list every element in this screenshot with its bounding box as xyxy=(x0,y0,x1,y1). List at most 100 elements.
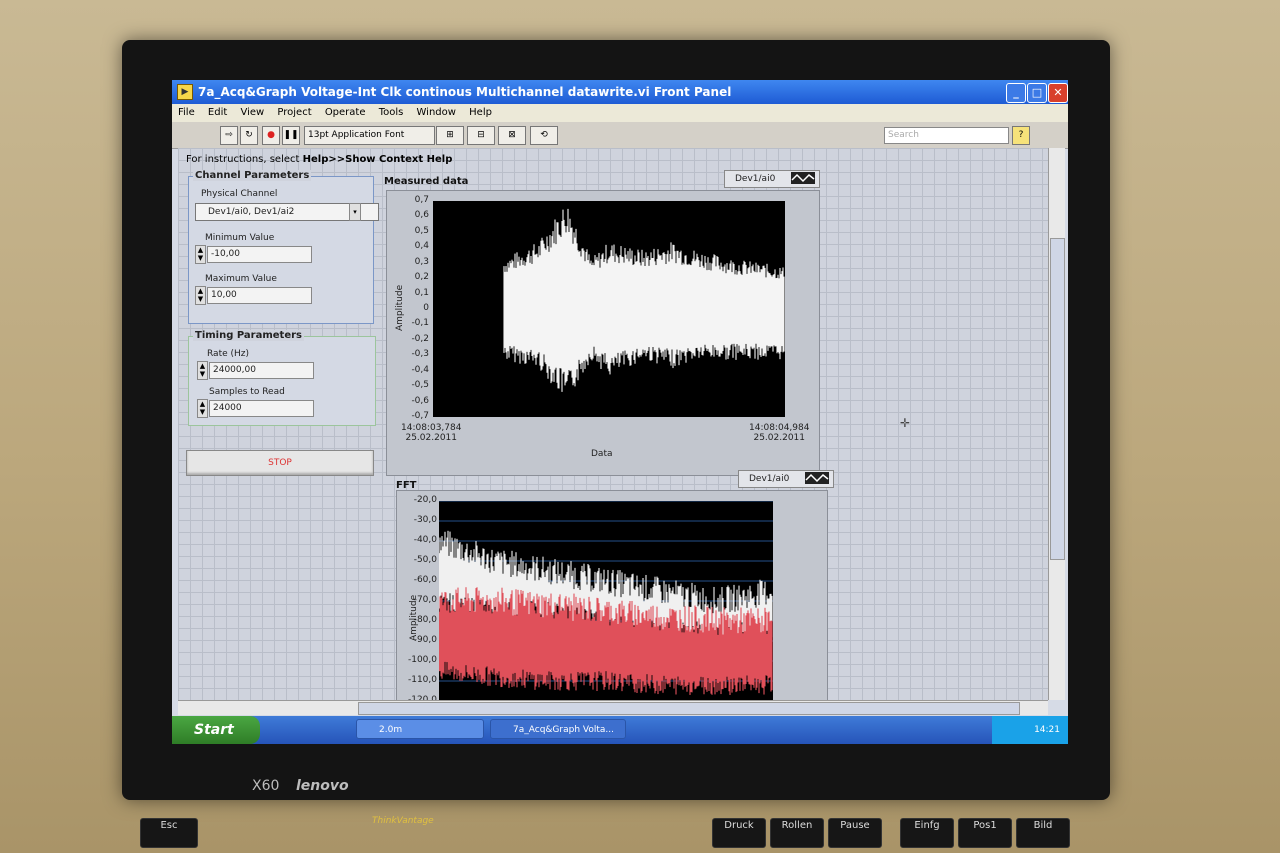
samples-to-read-label: Samples to Read xyxy=(209,387,285,397)
lenovo-logo: lenovo xyxy=(296,778,349,794)
chevron-down-icon[interactable]: ▾ xyxy=(349,203,361,221)
graph2-ytick: -30,0 xyxy=(413,515,437,525)
menu-project[interactable]: Project xyxy=(277,104,311,122)
run-arrow-icon[interactable]: ⇨ xyxy=(220,126,238,145)
align-icon[interactable]: ⊞ xyxy=(436,126,464,145)
waveform-icon xyxy=(791,172,815,184)
graph2-legend-label: Dev1/ai0 xyxy=(749,474,790,484)
font-select[interactable]: 13pt Application Font xyxy=(304,126,435,145)
timing-parameters-title: Timing Parameters xyxy=(193,330,304,341)
graph1-ytick: 0,3 xyxy=(414,256,429,267)
graph2-ytick: -20,0 xyxy=(413,495,437,505)
waveform-icon xyxy=(805,472,829,484)
samples-to-read-input[interactable]: 24000 xyxy=(209,400,314,417)
samples-spinner[interactable]: ▲ ▼ xyxy=(197,399,208,418)
reorder-icon[interactable]: ⟲ xyxy=(530,126,558,145)
graph1-legend-label: Dev1/ai0 xyxy=(735,174,776,184)
menu-tools[interactable]: Tools xyxy=(379,104,404,122)
graph1-ytick: 0,7 xyxy=(414,195,429,205)
rate-input[interactable]: 24000,00 xyxy=(209,362,314,379)
graph1-frame: 0,7 0,6 0,5 0,4 0,3 0,2 0,1 0 -0,1 -0,2 -0,3 -0,4 -0… xyxy=(386,190,820,476)
graph1-x-end: 14:08:04,984 25.02.2011 xyxy=(749,423,810,443)
graph1-ytick: -0,7 xyxy=(411,411,429,421)
menu-bar: File Edit View Project Operate Tools Win… xyxy=(172,104,1068,122)
graph1-xlabel: Data xyxy=(591,449,613,459)
minimum-value-spinner[interactable]: ▲ ▼ xyxy=(195,245,206,264)
taskbar: Start 2.0m 7a_Acq&Graph Volta... 14:21 xyxy=(172,716,1068,744)
graph1-plot xyxy=(433,201,785,417)
labview-icon: ▶ xyxy=(177,84,193,100)
vertical-scrollbar[interactable] xyxy=(1048,148,1065,700)
maximum-value-input[interactable]: 10,00 xyxy=(207,287,312,304)
graph2-frame: -20,0 -30,0 -40,0 -50,0 -60,0 -70,0 -80,0 -90,0… xyxy=(396,490,828,705)
stop-button[interactable]: STOP xyxy=(186,450,374,476)
menu-window[interactable]: Window xyxy=(417,104,456,122)
clock: 14:21 xyxy=(1034,725,1060,735)
graph2-ytick: -40,0 xyxy=(413,535,437,545)
toolbar: ⇨ ↻ ● ❚❚ 13pt Application Font ⊞ ⊟ ⊠ ⟲ S… xyxy=(172,122,1068,149)
menu-view[interactable]: View xyxy=(240,104,264,122)
graph1-x-start: 14:08:03,784 25.02.2011 xyxy=(401,423,462,443)
graph2-ytick: -60,0 xyxy=(413,575,437,585)
menu-operate[interactable]: Operate xyxy=(325,104,366,122)
graph1-legend: Dev1/ai0 xyxy=(724,170,820,188)
graph2-legend: Dev1/ai0 xyxy=(738,470,834,488)
menu-edit[interactable]: Edit xyxy=(208,104,227,122)
abort-icon[interactable]: ● xyxy=(262,126,280,145)
start-button[interactable]: Start xyxy=(172,716,260,744)
model-label: X60 xyxy=(252,778,280,794)
distribute-icon[interactable]: ⊟ xyxy=(467,126,495,145)
graph1-ytick: 0,2 xyxy=(414,272,429,283)
maximize-button[interactable]: □ xyxy=(1027,83,1047,103)
help-icon[interactable]: ? xyxy=(1012,126,1030,145)
title-bar: ▶ 7a_Acq&Graph Voltage-Int Clk continous… xyxy=(172,80,1068,104)
rate-spinner[interactable]: ▲ ▼ xyxy=(197,361,208,380)
crosshair-cursor-icon: ✛ xyxy=(900,416,911,430)
timing-parameters-group: Timing Parameters Rate (Hz) ▲ ▼ 24000,00 … xyxy=(188,330,376,426)
key-esc: Esc xyxy=(140,818,198,848)
key-pause: Pause xyxy=(828,818,882,848)
maximum-value-spinner[interactable]: ▲ ▼ xyxy=(195,286,206,305)
screen: ▶ 7a_Acq&Graph Voltage-Int Clk continous… xyxy=(172,80,1068,744)
graph1-ytick: -0,2 xyxy=(411,333,429,344)
graph1-ytick: 0,6 xyxy=(414,210,429,221)
thinkvantage-label: ThinkVantage xyxy=(372,816,434,826)
graph2-ytick: -100,0 xyxy=(407,655,437,665)
pause-icon[interactable]: ❚❚ xyxy=(282,126,300,145)
graph2-plot xyxy=(439,501,773,701)
search-input[interactable]: Search xyxy=(884,127,1009,144)
horizontal-scroll-thumb[interactable] xyxy=(358,702,1020,715)
maximum-value-label: Maximum Value xyxy=(205,274,277,284)
channel-parameters-group: Channel Parameters Physical Channel Dev1… xyxy=(188,170,379,324)
rate-label: Rate (Hz) xyxy=(207,349,250,359)
menu-file[interactable]: File xyxy=(178,104,195,122)
minimize-button[interactable]: _ xyxy=(1006,83,1026,103)
graph2-ylabel: Amplitude xyxy=(409,594,419,641)
graph1-ytick: 0,5 xyxy=(414,225,429,236)
vertical-scroll-thumb[interactable] xyxy=(1050,238,1065,560)
minimum-value-label: Minimum Value xyxy=(205,233,275,243)
instructions: For instructions, select Help>>Show Cont… xyxy=(186,154,453,165)
graph1-ytick: -0,4 xyxy=(411,364,429,375)
close-button[interactable]: ✕ xyxy=(1048,83,1068,103)
key-druck: Druck xyxy=(712,818,766,848)
channel-parameters-title: Channel Parameters xyxy=(193,170,312,181)
front-panel: For instructions, select Help>>Show Cont… xyxy=(178,148,1048,705)
minimum-value-input[interactable]: -10,00 xyxy=(207,246,312,263)
run-continuous-icon[interactable]: ↻ xyxy=(240,126,258,145)
physical-channel-label: Physical Channel xyxy=(201,189,278,199)
horizontal-scrollbar[interactable] xyxy=(178,700,1048,715)
system-tray: 14:21 xyxy=(992,716,1068,744)
resize-icon[interactable]: ⊠ xyxy=(498,126,526,145)
taskbar-item-labview[interactable]: 7a_Acq&Graph Volta... xyxy=(490,719,626,739)
graph1-ytick: 0,4 xyxy=(414,241,429,252)
window-title: 7a_Acq&Graph Voltage-Int Clk continous M… xyxy=(198,85,732,99)
graph1-ytick: -0,3 xyxy=(411,349,429,360)
graph1-ylabel: Amplitude xyxy=(395,284,405,331)
graph2-ytick: -50,0 xyxy=(413,555,437,565)
taskbar-item-folder[interactable]: 2.0m xyxy=(356,719,484,739)
graph2-ytick: -110,0 xyxy=(407,675,437,685)
measured-data-title: Measured data xyxy=(384,176,469,187)
key-pos1: Pos1 xyxy=(958,818,1012,848)
menu-help[interactable]: Help xyxy=(469,104,492,122)
